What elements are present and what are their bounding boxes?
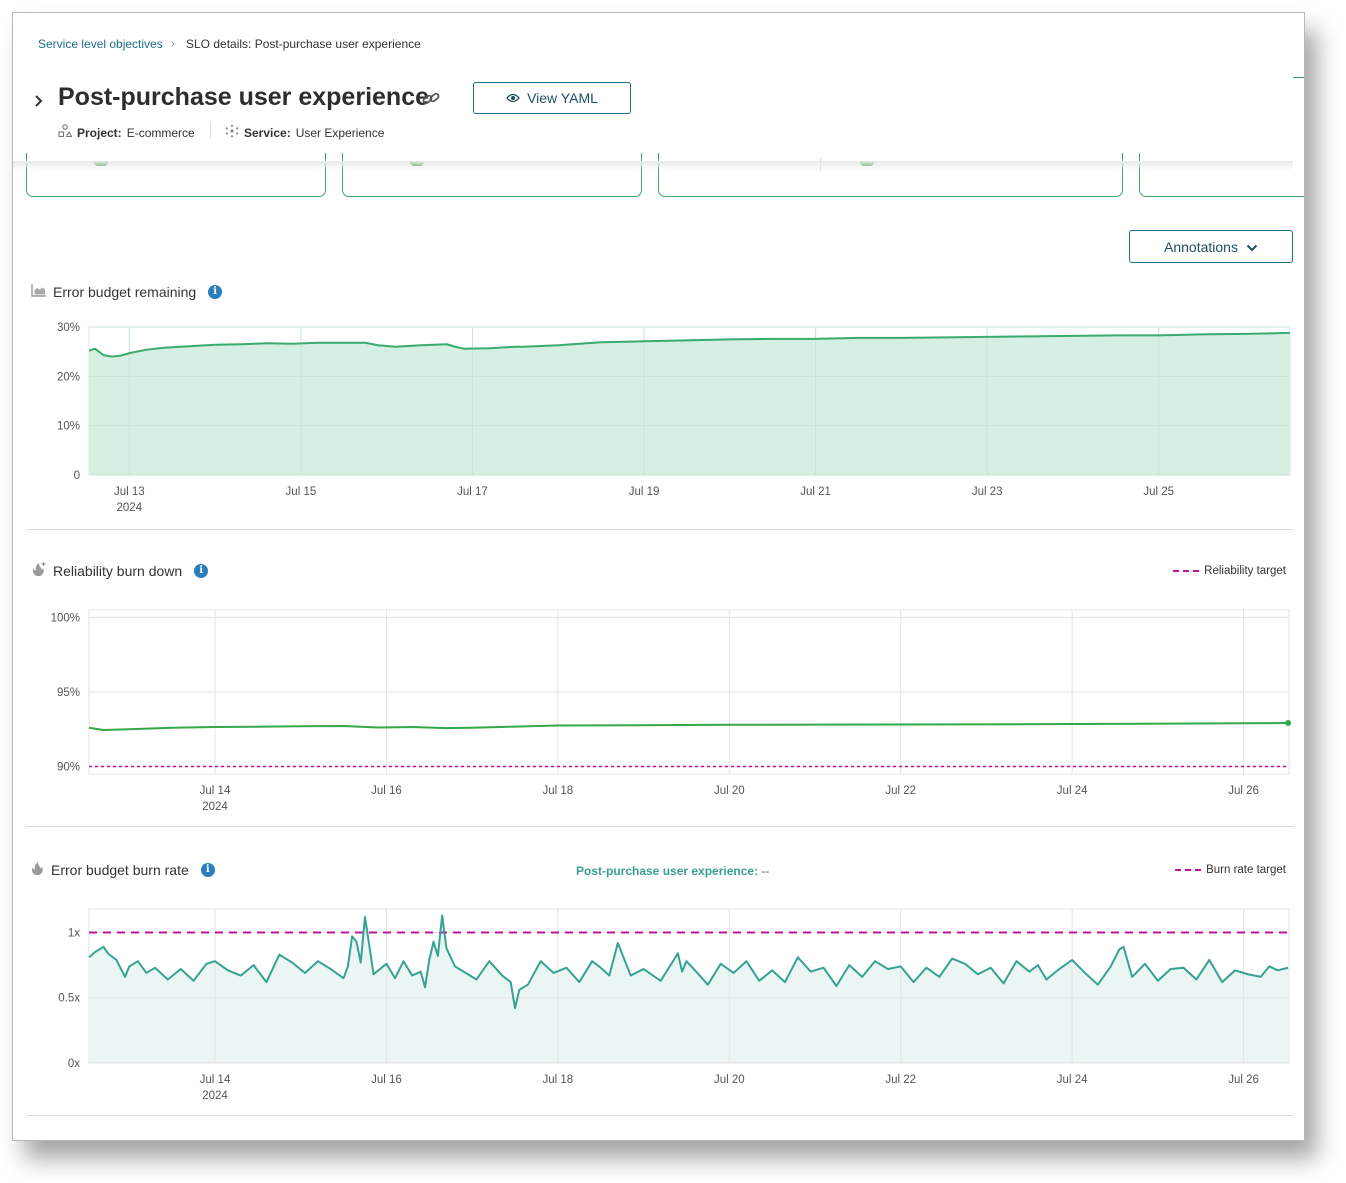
x-tick-label: Jul 17 [457,486,488,498]
x-tick-label: Jul 22 [885,1074,916,1086]
x-tick-label: Jul 16 [371,1074,402,1086]
x-tick-label: Jul 16 [371,785,402,797]
x-tick-label: Jul 21 [800,486,831,498]
y-tick-label: 0.5x [58,993,80,1005]
y-tick-label: 20% [57,371,80,383]
y-tick-label: 0 [74,470,80,482]
x-tick-label: Jul 14 [200,1074,231,1086]
x-year-label: 2024 [117,502,143,514]
x-tick-label: Jul 19 [629,486,660,498]
slo-details-page: Service level objectives › SLO details: … [12,12,1305,1141]
x-tick-label: Jul 20 [714,1074,745,1086]
x-tick-label: Jul 26 [1228,1074,1259,1086]
x-year-label: 2024 [202,1090,228,1102]
x-tick-label: Jul 24 [1057,785,1088,797]
x-tick-label: Jul 15 [286,486,317,498]
x-tick-label: Jul 20 [714,785,745,797]
x-tick-label: Jul 13 [114,486,145,498]
x-tick-label: Jul 26 [1228,785,1259,797]
x-tick-label: Jul 18 [543,1074,574,1086]
reliability-chart-group: 90% 95% 100% Jul 14 2024 Jul 16 Jul 18 Jul 20 Ju… [51,609,1292,813]
y-tick-label: 0x [68,1058,80,1070]
error-budget-chart[interactable]: 0 10% 20% 30% Jul 13 2024 Jul 15 Jul 17 Jul 19 Ju… [13,13,1304,1140]
x-year-label: 2024 [202,801,228,813]
y-tick-label: 30% [57,322,80,334]
y-tick-label: 1x [68,927,80,939]
y-tick-label: 95% [57,687,80,699]
error-budget-chart-group: 0 10% 20% 30% Jul 13 2024 Jul 15 Jul 17 Jul 19 Ju… [57,322,1291,514]
y-tick-label: 90% [57,762,80,774]
x-tick-label: Jul 24 [1057,1074,1088,1086]
x-tick-label: Jul 18 [543,785,574,797]
x-tick-label: Jul 25 [1143,486,1174,498]
x-tick-label: Jul 22 [885,785,916,797]
y-tick-label: 100% [51,612,80,624]
x-tick-label: Jul 23 [972,486,1003,498]
series-end-point [1285,720,1292,727]
series-area [89,332,1290,475]
burn-rate-chart-group: 0x 0.5x 1x Jul 14 2024 Jul 16 Jul 18 Jul 20 Jul … [58,908,1290,1102]
y-tick-label: 10% [57,421,80,433]
x-tick-label: Jul 14 [200,785,231,797]
